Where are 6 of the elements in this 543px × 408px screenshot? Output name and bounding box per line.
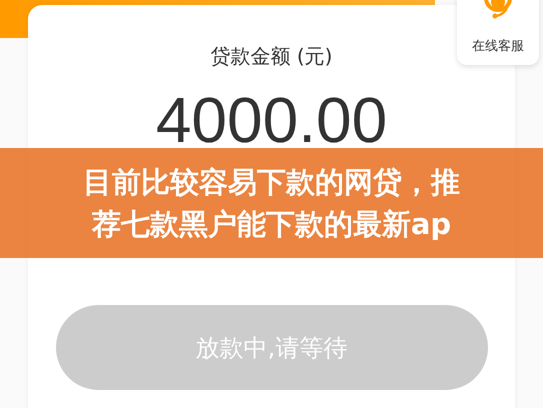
banner-title-line: 目前比较容易下款的网贷，推 (83, 164, 460, 201)
banner-title-line: 荐七款黑户能下款的最新ap (92, 206, 452, 243)
support-panel[interactable]: 在线客服 (457, 0, 539, 65)
support-label: 在线客服 (472, 38, 524, 55)
loan-amount-label: 贷款金额 (元) (210, 43, 332, 70)
loan-amount: 4000.00 (156, 88, 388, 152)
